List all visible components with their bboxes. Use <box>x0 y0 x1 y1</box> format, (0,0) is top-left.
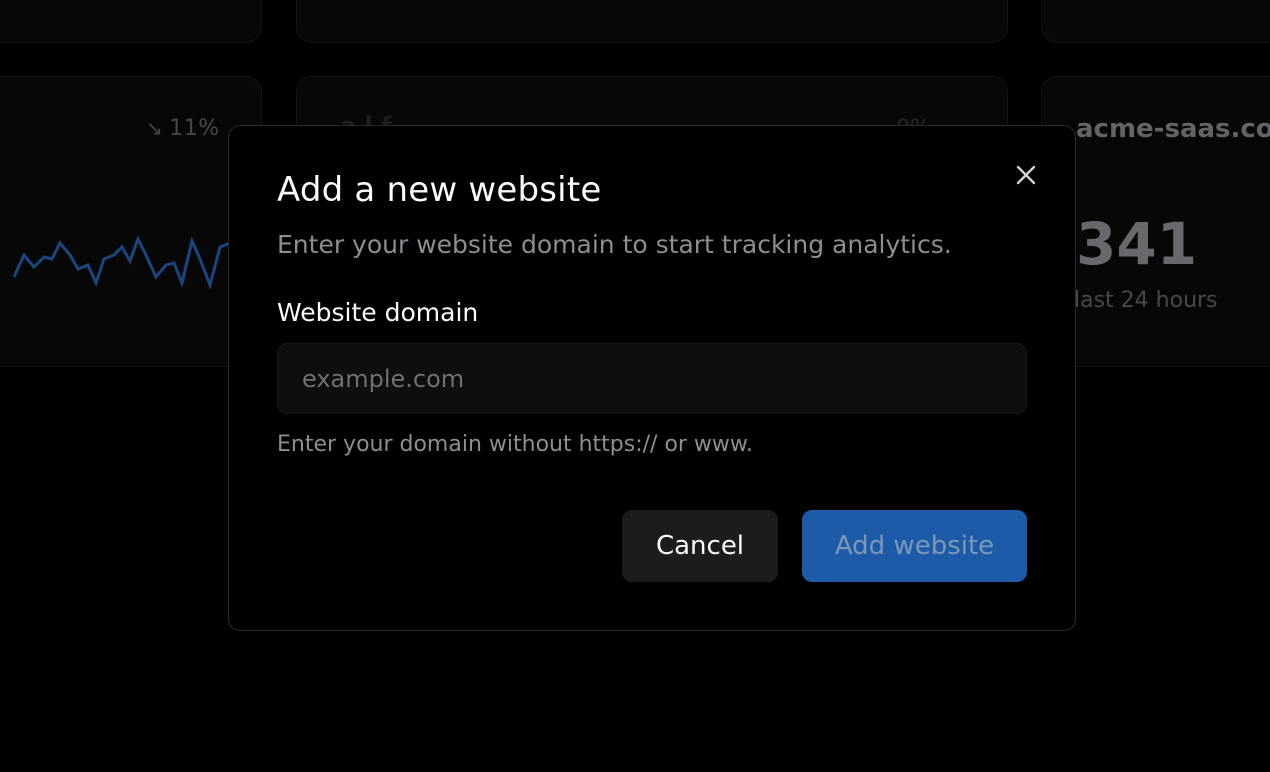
website-domain-label: Website domain <box>277 298 479 327</box>
close-icon[interactable] <box>1013 162 1039 188</box>
dialog-description: Enter your website domain to start track… <box>277 230 952 259</box>
add-website-dialog: Add a new website Enter your website dom… <box>228 125 1076 631</box>
dialog-title: Add a new website <box>277 170 602 210</box>
cancel-button[interactable]: Cancel <box>622 510 778 582</box>
add-website-button[interactable]: Add website <box>802 510 1027 582</box>
website-domain-input[interactable] <box>277 343 1027 414</box>
field-hint: Enter your domain without https:// or ww… <box>277 432 753 457</box>
